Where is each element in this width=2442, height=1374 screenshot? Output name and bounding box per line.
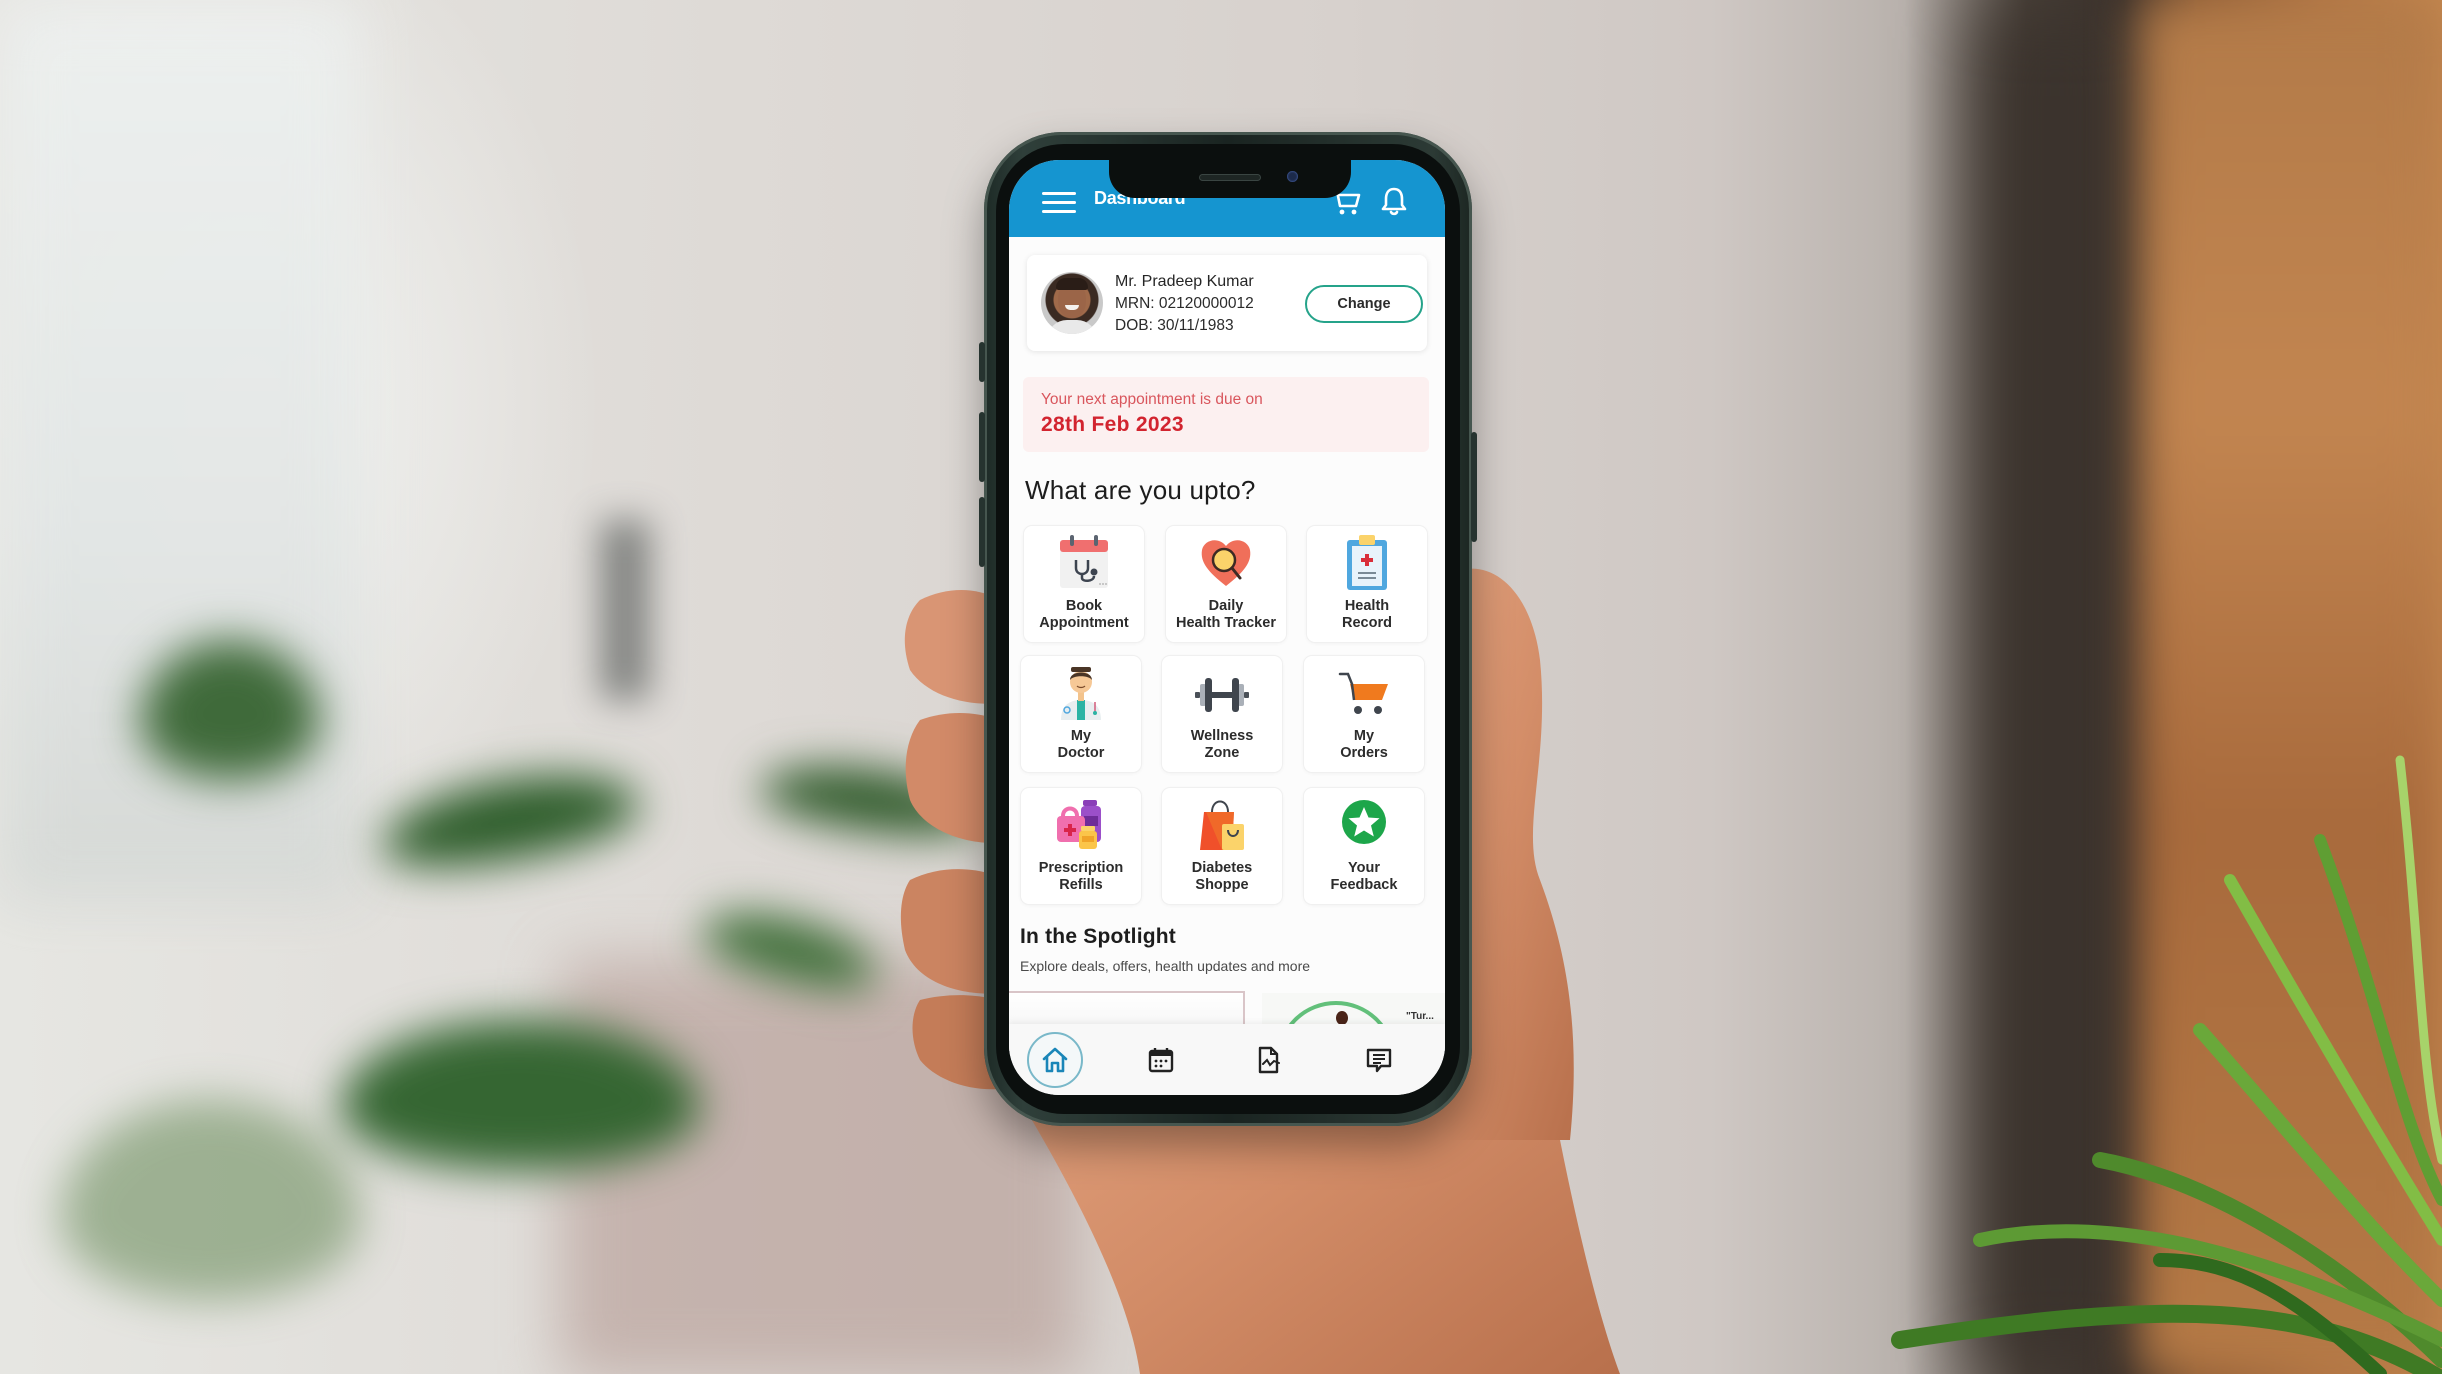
spotlight-card-text: "Tur...	[1406, 1011, 1434, 1022]
tile-health-record[interactable]: Health Record	[1307, 526, 1427, 642]
patient-name: Mr. Pradeep Kumar	[1115, 273, 1254, 290]
patient-profile-card: Mr. Pradeep Kumar MRN: 02120000012 DOB: …	[1027, 255, 1427, 351]
next-appointment-banner[interactable]: Your next appointment is due on 28th Feb…	[1023, 377, 1429, 452]
tile-wellness-zone[interactable]: Wellness Zone	[1162, 656, 1282, 772]
clipboard-icon	[1347, 535, 1387, 590]
front-camera	[1287, 171, 1298, 182]
nav-home[interactable]	[1015, 1024, 1095, 1095]
volume-up-button	[979, 412, 985, 482]
nav-messages[interactable]	[1339, 1024, 1419, 1095]
tile-prescription-refills[interactable]: Prescription Refills	[1021, 788, 1141, 904]
tile-your-feedback[interactable]: Your Feedback	[1304, 788, 1424, 904]
dumbbell-icon	[1195, 678, 1249, 712]
blurred-post	[600, 520, 650, 700]
medicine-bottles-icon	[1057, 800, 1101, 849]
plant-leaves	[1891, 755, 2442, 1374]
tile-my-orders[interactable]: My Orders	[1304, 656, 1424, 772]
silent-switch	[979, 342, 985, 382]
nav-appointments[interactable]	[1121, 1024, 1201, 1095]
home-icon	[1042, 1047, 1068, 1073]
tile-label: Book Appointment	[1039, 598, 1129, 631]
quick-actions-title: What are you upto?	[1025, 475, 1256, 505]
calendar-stethoscope-icon	[1060, 535, 1108, 588]
shopping-cart-icon	[1338, 672, 1388, 714]
star-badge-icon	[1342, 800, 1386, 844]
bottom-navigation	[1009, 1024, 1445, 1095]
message-icon	[1366, 1048, 1392, 1073]
appointment-date: 28th Feb 2023	[1041, 413, 1184, 436]
doctor-icon	[1061, 667, 1101, 720]
tile-label: Wellness Zone	[1190, 728, 1254, 761]
phone-notch	[1109, 160, 1351, 198]
tile-my-doctor[interactable]: My Doctor	[1021, 656, 1141, 772]
calendar-icon	[1148, 1048, 1174, 1073]
patient-mrn: MRN: 02120000012	[1115, 295, 1254, 312]
nav-reports[interactable]	[1229, 1024, 1309, 1095]
tile-label: My Orders	[1340, 728, 1388, 761]
patient-info: Mr. Pradeep Kumar MRN: 02120000012 DOB: …	[1115, 271, 1254, 337]
appointment-label: Your next appointment is due on	[1041, 391, 1263, 408]
tile-book-appointment[interactable]: Book Appointment	[1024, 526, 1144, 642]
tile-daily-health-tracker[interactable]: Daily Health Tracker	[1166, 526, 1286, 642]
shopping-bags-icon	[1200, 800, 1244, 850]
volume-down-button	[979, 497, 985, 567]
spotlight-subtitle: Explore deals, offers, health updates an…	[1020, 958, 1311, 974]
menu-icon[interactable]	[1042, 192, 1076, 214]
power-button	[1471, 432, 1477, 542]
tile-label: Your Feedback	[1330, 860, 1398, 893]
tile-diabetes-shoppe[interactable]: Diabetes Shoppe	[1162, 788, 1282, 904]
avatar	[1041, 272, 1103, 334]
card-graphic-dot	[1336, 1011, 1348, 1025]
speaker-grille	[1199, 174, 1261, 181]
tile-label: Daily Health Tracker	[1176, 598, 1276, 631]
phone: Dashboard Mr. Pradeep Kumar MRN: 0212000…	[979, 132, 1477, 1126]
tile-label: Diabetes Shoppe	[1191, 860, 1253, 893]
tile-label: My Doctor	[1057, 728, 1105, 761]
heart-magnifier-icon	[1201, 540, 1251, 586]
tile-label: Prescription Refills	[1038, 860, 1124, 893]
tile-label: Health Record	[1342, 598, 1392, 631]
change-patient-button[interactable]: Change	[1305, 285, 1423, 323]
document-chart-icon	[1258, 1046, 1280, 1074]
patient-dob: DOB: 30/11/1983	[1115, 317, 1234, 334]
app-screen: Dashboard Mr. Pradeep Kumar MRN: 0212000…	[1009, 160, 1445, 1095]
spotlight-title: In the Spotlight	[1020, 925, 1177, 948]
bell-icon[interactable]	[1381, 186, 1407, 216]
